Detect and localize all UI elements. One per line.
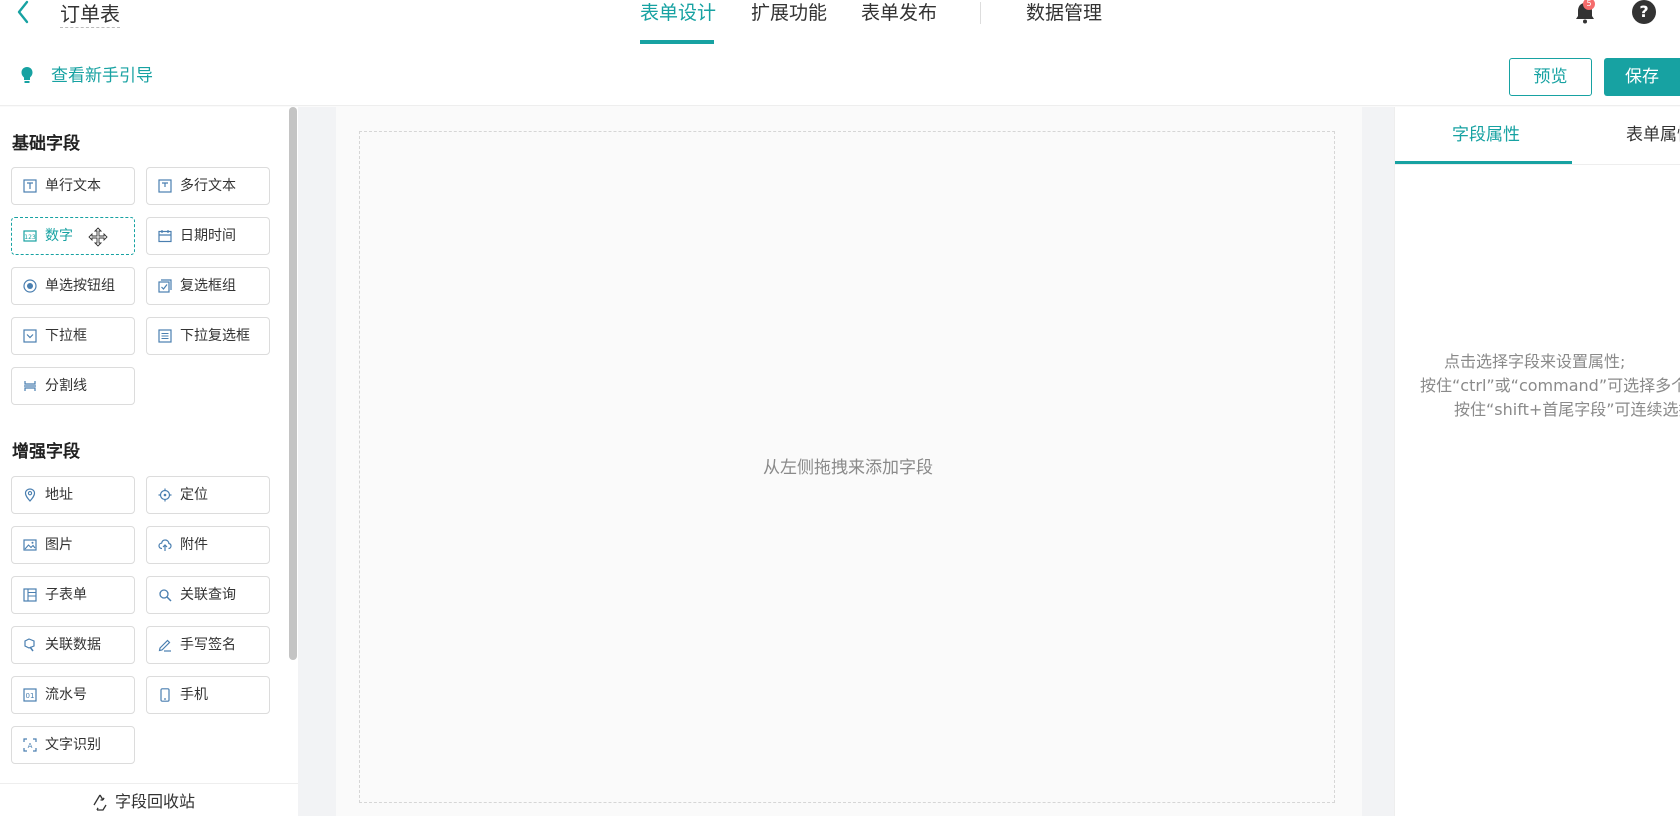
link-search-icon	[159, 589, 172, 602]
drop-hint: 从左侧拖拽来添加字段	[763, 458, 933, 478]
field-label: 数字	[45, 228, 73, 244]
field-label: 地址	[45, 487, 73, 503]
field-text-recognition[interactable]: A 文字识别	[11, 726, 135, 764]
toolbar: 查看新手引导 预览 保存	[0, 50, 1680, 106]
field-dropdown[interactable]: 下拉框	[11, 317, 135, 355]
number-icon: 123	[23, 230, 37, 242]
field-dropdown-checkbox[interactable]: 下拉复选框	[146, 317, 270, 355]
tab-field-properties[interactable]: 字段属性	[1452, 123, 1520, 147]
advanced-fields-title: 增强字段	[12, 442, 80, 462]
tab-form-properties[interactable]: 表单属性	[1626, 123, 1680, 147]
link-data-icon	[24, 638, 35, 652]
guide-link[interactable]: 查看新手引导	[51, 65, 153, 87]
field-multi-line-text[interactable]: 多行文本	[146, 167, 270, 205]
field-label: 关联查询	[180, 587, 236, 603]
top-bar: 订单表 表单设计 扩展功能 表单发布 数据管理 5 ?	[0, 0, 1680, 50]
field-label: 定位	[180, 487, 208, 503]
ocr-icon: A	[23, 738, 37, 752]
field-number[interactable]: 123 数字	[11, 217, 135, 255]
field-handwritten-signature[interactable]: 手写签名	[146, 626, 270, 664]
tab-divider	[1395, 164, 1680, 165]
field-linked-data[interactable]: 关联数据	[11, 626, 135, 664]
single-line-text-icon	[23, 179, 37, 193]
pen-icon	[158, 639, 171, 652]
location-pin-icon	[24, 488, 36, 502]
field-serial-number[interactable]: 01 流水号	[11, 676, 135, 714]
radio-icon	[23, 279, 37, 293]
field-label: 复选框组	[180, 278, 236, 294]
recycle-label: 字段回收站	[115, 792, 196, 811]
field-label: 图片	[45, 537, 73, 553]
active-tab-indicator	[640, 40, 714, 44]
checkbox-icon	[158, 279, 172, 293]
field-single-line-text[interactable]: 单行文本	[11, 167, 135, 205]
back-arrow-icon[interactable]	[10, 0, 36, 26]
field-attachment[interactable]: 附件	[146, 526, 270, 564]
field-label: 分割线	[45, 378, 87, 394]
properties-panel: 字段属性 表单属性 点击选择字段来设置属性; 按住“ctrl”或“command…	[1394, 107, 1680, 816]
field-label: 单选按钮组	[45, 278, 115, 294]
field-radio-group[interactable]: 单选按钮组	[11, 267, 135, 305]
save-button[interactable]: 保存	[1604, 58, 1680, 96]
preview-button[interactable]: 预览	[1509, 58, 1592, 96]
image-icon	[23, 539, 37, 551]
mobile-phone-icon	[160, 688, 170, 702]
move-cursor-icon	[88, 227, 108, 247]
tab-data-management[interactable]: 数据管理	[1026, 0, 1102, 26]
crosshair-icon	[158, 488, 172, 502]
field-recycle-bin[interactable]: 字段回收站	[0, 783, 298, 816]
field-linked-query[interactable]: 关联查询	[146, 576, 270, 614]
palette-scrollbar[interactable]	[289, 107, 297, 660]
hint-line: 按住“shift+首尾字段”可连续选择	[1454, 400, 1680, 419]
field-label: 附件	[180, 537, 208, 553]
field-label: 下拉框	[45, 328, 87, 344]
field-label: 手写签名	[180, 637, 236, 653]
recycle-icon	[93, 794, 107, 811]
basic-fields-title: 基础字段	[12, 134, 80, 154]
field-label: 子表单	[45, 587, 87, 603]
svg-text:01: 01	[26, 692, 35, 700]
dropdown-checkbox-icon	[158, 329, 172, 343]
field-label: 下拉复选框	[180, 328, 250, 344]
dropdown-icon	[23, 329, 37, 343]
svg-text:A: A	[28, 742, 33, 750]
field-label: 关联数据	[45, 637, 101, 653]
help-icon[interactable]: ?	[1632, 0, 1656, 24]
field-label: 流水号	[45, 687, 87, 703]
serial-number-icon: 01	[23, 688, 37, 702]
field-mobile[interactable]: 手机	[146, 676, 270, 714]
field-image[interactable]: 图片	[11, 526, 135, 564]
field-label: 日期时间	[180, 228, 236, 244]
field-divider[interactable]: 分割线	[11, 367, 135, 405]
tab-form-design[interactable]: 表单设计	[640, 0, 716, 26]
field-label: 文字识别	[45, 737, 101, 753]
field-label: 手机	[180, 687, 208, 703]
field-checkbox-group[interactable]: 复选框组	[146, 267, 270, 305]
field-label: 多行文本	[180, 178, 236, 194]
tab-extensions[interactable]: 扩展功能	[751, 0, 827, 26]
field-subform[interactable]: 子表单	[11, 576, 135, 614]
drop-zone[interactable]: 从左侧拖拽来添加字段	[359, 131, 1335, 803]
field-label: 单行文本	[45, 178, 101, 194]
subform-icon	[23, 588, 37, 602]
multi-line-text-icon	[158, 179, 172, 193]
svg-text:123: 123	[24, 234, 36, 241]
lightbulb-icon	[21, 67, 33, 83]
upload-cloud-icon	[158, 539, 172, 551]
field-address[interactable]: 地址	[11, 476, 135, 514]
form-title[interactable]: 订单表	[60, 2, 120, 28]
nav-divider	[980, 2, 981, 24]
tab-form-publish[interactable]: 表单发布	[861, 0, 937, 26]
calendar-icon	[158, 230, 172, 243]
hint-line: 按住“ctrl”或“command”可选择多个字	[1420, 376, 1680, 395]
divider-icon	[24, 381, 36, 391]
hint-line: 点击选择字段来设置属性;	[1444, 352, 1626, 371]
field-datetime[interactable]: 日期时间	[146, 217, 270, 255]
field-positioning[interactable]: 定位	[146, 476, 270, 514]
